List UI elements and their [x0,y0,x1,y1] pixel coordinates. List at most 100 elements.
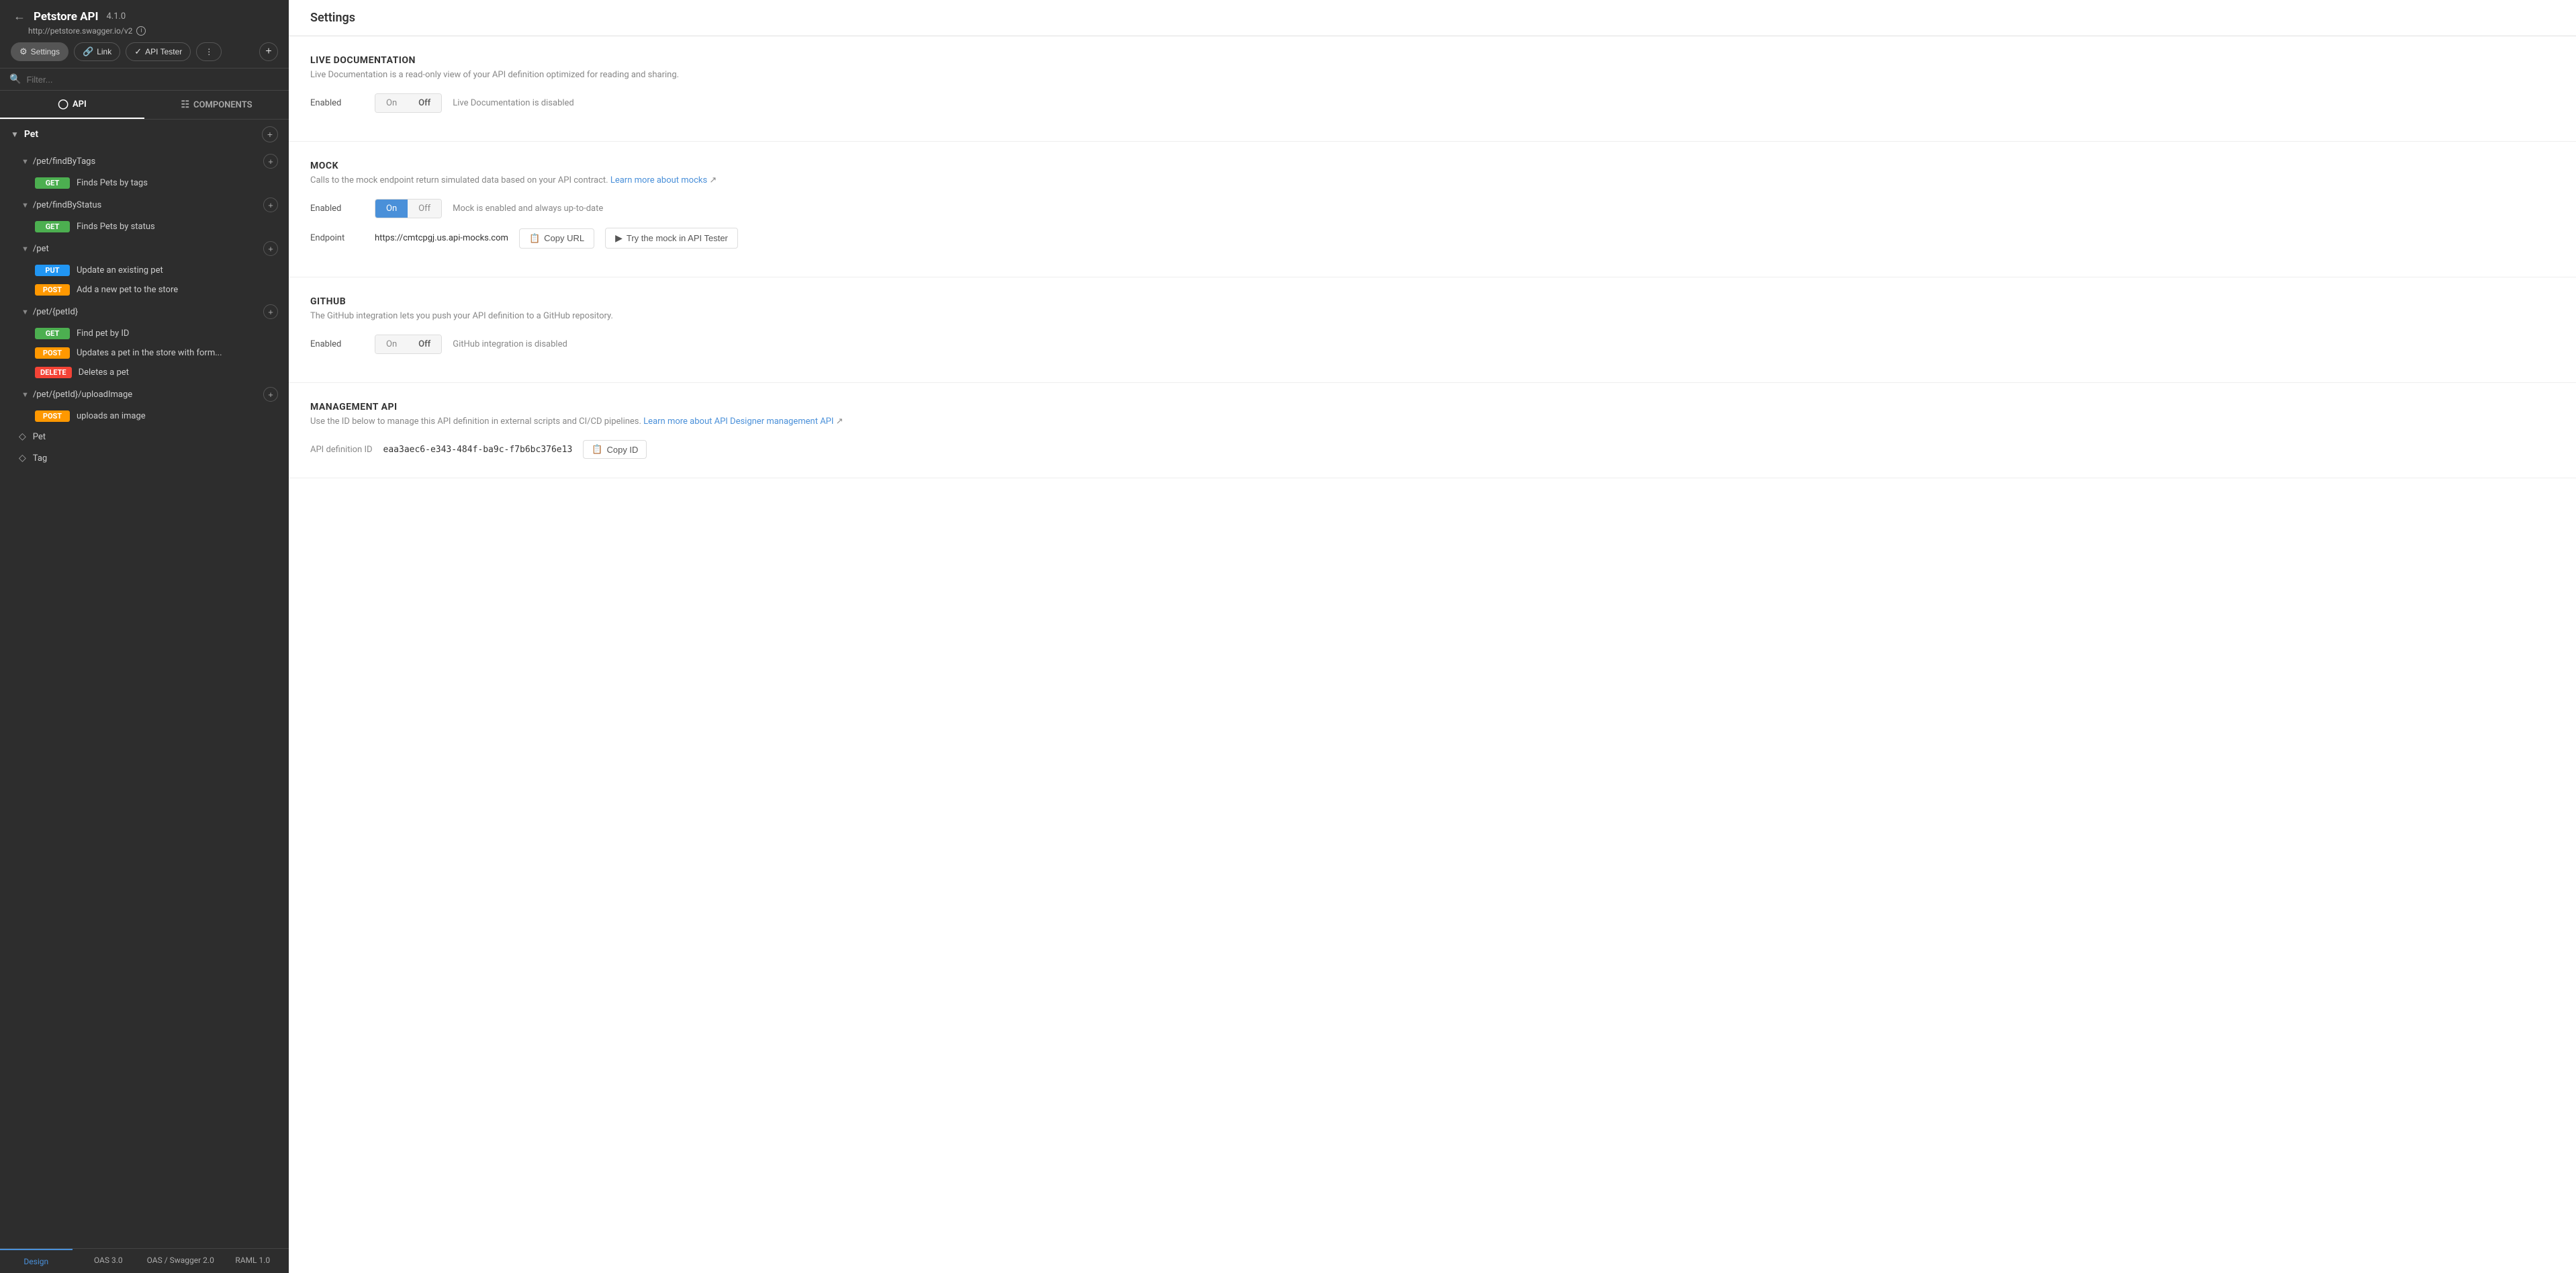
api-url: http://petstore.swagger.io/v2 [28,26,132,36]
management-api-desc-text: Use the ID below to manage this API defi… [310,416,641,427]
route-pet-by-id: ▼ /pet/{petId} + GET Find pet by ID POST… [0,300,289,382]
route-upload-image-header[interactable]: ▼ /pet/{petId}/uploadImage + [0,382,289,406]
github-desc: The GitHub integration lets you push you… [310,311,2555,321]
upload-image-chevron-icon: ▼ [21,390,29,399]
get-badge: GET [35,328,70,339]
github-toggle[interactable]: On Off [375,335,442,354]
tab-raml[interactable]: RAML 1.0 [217,1249,289,1273]
section-pet[interactable]: ▼ Pet + [0,120,289,149]
copy-id-button[interactable]: 📋 Copy ID [583,440,647,459]
post-label: Add a new pet to the store [77,285,178,295]
github-enabled-row: Enabled On Off GitHub integration is dis… [310,335,2555,354]
schema-tag[interactable]: ◇ Tag [0,447,289,469]
api-tester-icon: ▶ [615,232,623,244]
pet-chevron-icon: ▼ [21,245,29,253]
copy-url-button[interactable]: 📋 Copy URL [519,228,594,249]
share-button[interactable]: ⋮ [196,42,222,61]
github-on-option[interactable]: On [375,335,408,353]
components-tab-icon: ☷ [181,99,189,110]
section-management-api: MANAGEMENT API Use the ID below to manag… [289,383,2576,478]
oas3-tab-label: OAS 3.0 [94,1256,123,1265]
schema-pet[interactable]: ◇ Pet [0,426,289,447]
page-title: Settings [310,11,2555,25]
list-item[interactable]: DELETE Deletes a pet [0,363,289,382]
section-live-documentation: LIVE DOCUMENTATION Live Documentation is… [289,36,2576,142]
route-pet-by-id-header[interactable]: ▼ /pet/{petId} + [0,300,289,324]
tab-design[interactable]: Design [0,1249,73,1273]
back-button[interactable]: ← [11,9,28,24]
tab-oas3[interactable]: OAS 3.0 [73,1249,145,1273]
add-button[interactable]: + [259,42,278,61]
schema-pet-icon: ◇ [19,431,26,442]
upload-image-add-btn[interactable]: + [263,387,278,402]
pet-add-btn[interactable]: + [263,241,278,256]
try-mock-button[interactable]: ▶ Try the mock in API Tester [605,228,738,249]
mock-on-option[interactable]: On [375,200,408,218]
filter-input[interactable] [26,75,279,85]
live-doc-on-option[interactable]: On [375,94,408,112]
mock-off-option[interactable]: Off [408,200,441,218]
link-icon: 🔗 [83,46,93,57]
sidebar-nav: ▼ Pet + ▼ /pet/findByTags + GET Finds Pe… [0,120,289,1248]
tab-api[interactable]: ◯ API [0,91,144,119]
main-header: Settings [289,0,2576,36]
mock-desc-text: Calls to the mock endpoint return simula… [310,175,608,185]
copy-id-label: Copy ID [606,445,638,455]
list-item[interactable]: GET Finds Pets by tags [0,173,289,193]
main-content: Settings LIVE DOCUMENTATION Live Documen… [289,0,2576,1273]
github-off-option[interactable]: Off [408,335,441,353]
pet-by-id-add-btn[interactable]: + [263,304,278,319]
list-item[interactable]: POST Updates a pet in the store with for… [0,343,289,363]
bottom-tabs: Design OAS 3.0 OAS / Swagger 2.0 RAML 1.… [0,1248,289,1273]
post-badge: POST [35,410,70,422]
route-find-by-status: ▼ /pet/findByStatus + GET Finds Pets by … [0,193,289,236]
tab-components[interactable]: ☷ COMPONENTS [144,91,289,119]
route-find-by-tags-header[interactable]: ▼ /pet/findByTags + [0,149,289,173]
settings-button[interactable]: ⚙ Settings [11,42,68,61]
find-by-tags-path: /pet/findByTags [33,157,95,167]
oas-swagger2-tab-label: OAS / Swagger 2.0 [147,1256,214,1265]
mock-enabled-row: Enabled On Off Mock is enabled and alway… [310,199,2555,218]
mock-learn-more-link[interactable]: Learn more about mocks [610,175,707,185]
live-doc-off-option[interactable]: Off [408,94,441,112]
api-tab-icon: ◯ [58,99,68,109]
mock-desc: Calls to the mock endpoint return simula… [310,175,2555,185]
section-mock: MOCK Calls to the mock endpoint return s… [289,142,2576,277]
route-upload-image: ▼ /pet/{petId}/uploadImage + POST upload… [0,382,289,426]
route-pet-header[interactable]: ▼ /pet + [0,236,289,261]
list-item[interactable]: GET Find pet by ID [0,324,289,343]
endpoint-url: https://cmtcpgj.us.api-mocks.com [375,233,508,243]
pet-path: /pet [33,244,49,254]
live-doc-desc: Live Documentation is a read-only view o… [310,70,2555,80]
search-icon: 🔍 [9,74,21,85]
list-item[interactable]: POST Add a new pet to the store [0,280,289,300]
github-title: GITHUB [310,296,2555,307]
api-tester-label: API Tester [145,47,182,56]
find-by-status-add-button[interactable]: + [263,197,278,212]
list-item[interactable]: POST uploads an image [0,406,289,426]
tab-oas-swagger2[interactable]: OAS / Swagger 2.0 [144,1249,217,1273]
raml-tab-label: RAML 1.0 [235,1256,270,1265]
link-button[interactable]: 🔗 Link [74,42,120,61]
api-def-id: eaa3aec6-e343-484f-ba9c-f7b6bc376e13 [383,445,573,455]
copy-url-icon: 📋 [529,233,540,244]
find-by-tags-label: Finds Pets by tags [77,178,148,188]
find-by-tags-add-button[interactable]: + [263,154,278,169]
api-tester-button[interactable]: ✓ API Tester [126,42,191,61]
info-icon[interactable]: i [136,26,146,36]
schema-pet-label: Pet [33,432,46,442]
sidebar: ← Petstore API 4.1.0 http://petstore.swa… [0,0,289,1273]
list-item[interactable]: GET Finds Pets by status [0,217,289,236]
mock-endpoint-row: Endpoint https://cmtcpgj.us.api-mocks.co… [310,228,2555,249]
put-badge: PUT [35,265,70,276]
pet-add-button[interactable]: + [262,126,278,142]
post-badge: POST [35,284,70,296]
management-api-title: MANAGEMENT API [310,402,2555,412]
mock-enabled-label: Enabled [310,204,364,214]
find-by-id-label: Find pet by ID [77,328,129,339]
mock-toggle[interactable]: On Off [375,199,442,218]
management-api-learn-more-link[interactable]: Learn more about API Designer management… [643,416,833,427]
route-find-by-status-header[interactable]: ▼ /pet/findByStatus + [0,193,289,217]
list-item[interactable]: PUT Update an existing pet [0,261,289,280]
live-doc-toggle[interactable]: On Off [375,93,442,113]
